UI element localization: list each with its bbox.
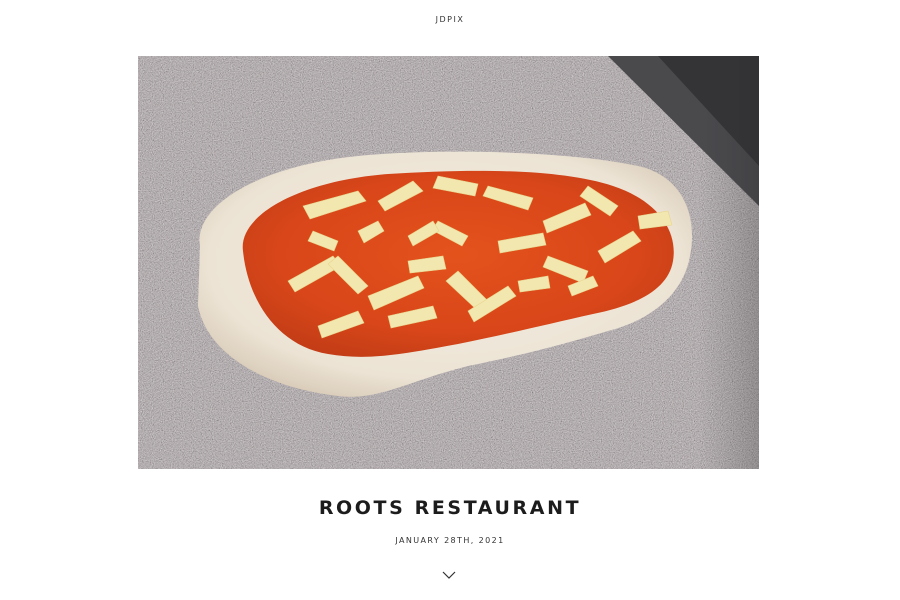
hero-image (138, 56, 759, 469)
post-title: ROOTS RESTAURANT (318, 497, 582, 519)
chevron-down-icon[interactable] (440, 568, 458, 582)
post-date: JANUARY 28TH, 2021 (395, 536, 505, 545)
site-logo[interactable]: JDPIX (0, 15, 900, 24)
